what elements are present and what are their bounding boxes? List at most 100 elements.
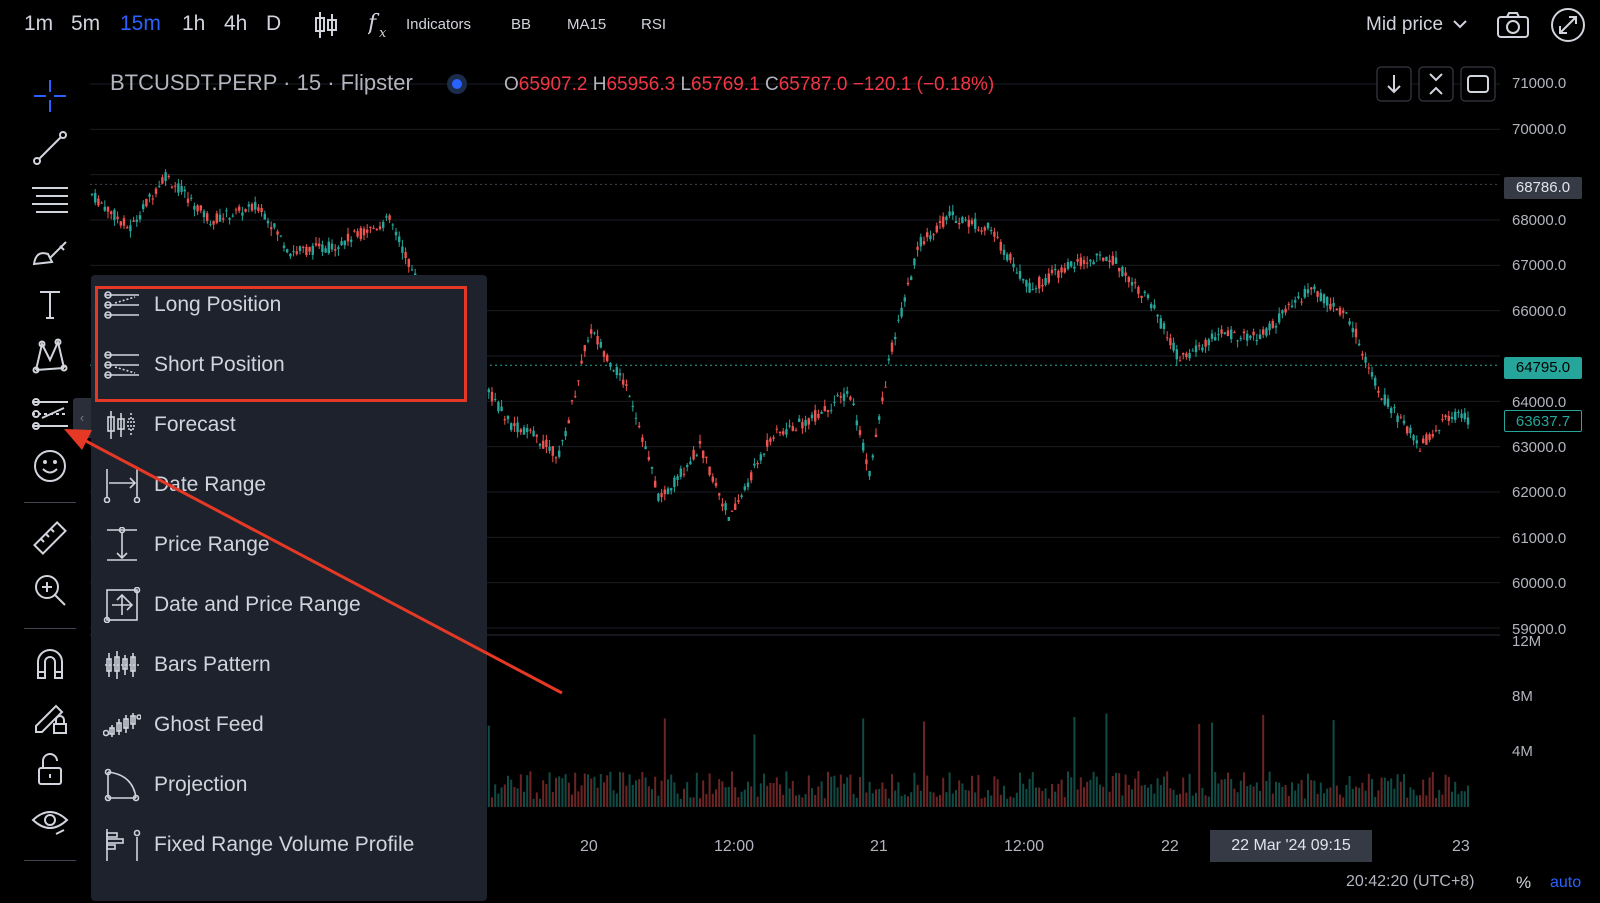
candle-body xyxy=(913,258,916,266)
study-rsi[interactable]: RSI xyxy=(641,16,666,33)
volume-bar xyxy=(843,783,845,807)
menu-item-ghost-feed[interactable]: Ghost Feed xyxy=(91,695,487,755)
volume-bar xyxy=(1287,795,1290,807)
volume-bar xyxy=(1163,776,1165,807)
price-source-dropdown[interactable]: Mid price xyxy=(1366,14,1443,36)
zoom-in-icon[interactable] xyxy=(30,570,70,610)
candle-body xyxy=(526,428,529,433)
candle-body xyxy=(1460,413,1463,419)
candle-body xyxy=(692,449,695,460)
live-dot-icon xyxy=(446,73,468,100)
candle-body xyxy=(241,212,244,216)
volume-bar xyxy=(487,725,490,807)
text-tool-icon[interactable] xyxy=(30,284,70,324)
emoji-icon[interactable] xyxy=(30,446,70,486)
candle-body xyxy=(1210,333,1214,339)
menu-item-price-range[interactable]: Price Range xyxy=(91,515,487,575)
projection-icon xyxy=(103,767,141,803)
candle-body xyxy=(932,234,935,236)
price-scale[interactable]: 71000.0 70000.0 68000.0 67000.0 66000.0 … xyxy=(1500,55,1600,831)
timeframe-1h[interactable]: 1h xyxy=(182,12,205,36)
maximize-pane-icon[interactable] xyxy=(1460,66,1496,107)
candle-body xyxy=(698,440,702,444)
menu-item-long-position[interactable]: Long Position xyxy=(91,275,487,335)
candle-type-icon[interactable] xyxy=(314,10,338,45)
chevron-down-icon[interactable] xyxy=(1452,17,1468,35)
volume-bar xyxy=(887,798,890,807)
indicators-fx-icon[interactable]: fx xyxy=(366,8,394,45)
volume-bar xyxy=(676,793,679,807)
percent-scale-toggle[interactable]: % xyxy=(1516,873,1531,893)
fullscreen-icon[interactable] xyxy=(1550,7,1586,48)
volume-bar xyxy=(750,786,753,807)
candle-body xyxy=(167,175,170,177)
timeframe-d[interactable]: D xyxy=(266,12,281,36)
candle-body xyxy=(148,194,151,197)
pattern-tool-icon[interactable] xyxy=(30,336,70,376)
candle-body xyxy=(753,463,756,466)
volume-bar xyxy=(1198,723,1201,807)
candle-body xyxy=(346,233,350,242)
brush-icon[interactable] xyxy=(30,232,70,272)
lock-drawing-icon[interactable] xyxy=(30,696,70,736)
volume-bar xyxy=(1054,791,1057,807)
volume-bar xyxy=(542,780,545,807)
volume-bar xyxy=(971,775,973,807)
volume-bar xyxy=(708,773,711,807)
crosshair-icon[interactable] xyxy=(30,76,70,116)
timeframe-5m[interactable]: 5m xyxy=(71,12,100,36)
collapse-icon[interactable] xyxy=(1418,66,1454,107)
menu-item-label: Ghost Feed xyxy=(154,713,264,736)
volume-bar xyxy=(1095,776,1098,807)
volume-bar xyxy=(702,780,705,807)
menu-item-date-and-price-range[interactable]: Date and Price Range xyxy=(91,575,487,635)
volume-bar xyxy=(1153,793,1156,807)
candle-body xyxy=(1060,267,1063,273)
volume-bar xyxy=(1022,783,1025,807)
candle-body xyxy=(718,493,721,496)
volume-bar xyxy=(1271,793,1274,807)
volume-bar xyxy=(1451,791,1453,807)
auto-scale-toggle[interactable]: auto xyxy=(1550,874,1581,892)
menu-item-forecast[interactable]: Forecast xyxy=(91,395,487,455)
eye-visibility-icon[interactable] xyxy=(30,802,70,842)
timeframe-15m[interactable]: 15m xyxy=(120,12,161,36)
volume-bar xyxy=(884,788,887,807)
candle-body xyxy=(1022,278,1025,281)
menu-item-bars-pattern[interactable]: Bars Pattern xyxy=(91,635,487,695)
collapse-tab[interactable]: ‹ xyxy=(73,398,91,438)
volume-bar xyxy=(1182,777,1185,807)
prediction-measure-icon[interactable] xyxy=(30,394,70,434)
candle-body xyxy=(894,336,897,340)
trend-line-icon[interactable] xyxy=(30,128,70,168)
study-ma15[interactable]: MA15 xyxy=(567,16,606,33)
volume-bar xyxy=(900,795,903,807)
candle-body xyxy=(142,204,145,210)
candle-body xyxy=(535,435,538,437)
candle-body xyxy=(366,229,369,233)
candle-body xyxy=(746,482,750,488)
menu-item-date-range[interactable]: Date Range xyxy=(91,455,487,515)
high-value: 65956.3 xyxy=(606,74,676,95)
timeframe-4h[interactable]: 4h xyxy=(224,12,247,36)
candle-body xyxy=(404,251,407,258)
volume-bar xyxy=(558,776,561,807)
camera-icon[interactable] xyxy=(1496,10,1530,45)
volume-bar xyxy=(1041,790,1044,807)
menu-item-short-position[interactable]: Short Position xyxy=(91,335,487,395)
menu-item-projection[interactable]: Projection xyxy=(91,755,487,815)
ruler-icon[interactable] xyxy=(30,518,70,558)
timeframe-1m[interactable]: 1m xyxy=(24,12,53,36)
scroll-down-icon[interactable] xyxy=(1376,66,1412,107)
study-bb[interactable]: BB xyxy=(511,16,531,33)
candle-body xyxy=(951,211,954,216)
crosshair-time-label: 22 Mar '24 09:15 xyxy=(1210,830,1372,862)
candle-body xyxy=(586,340,590,342)
candle-body xyxy=(1118,267,1121,272)
menu-item-fixed-range-volume-profile[interactable]: Fixed Range Volume Profile xyxy=(91,815,487,875)
indicators-button[interactable]: Indicators xyxy=(406,16,471,33)
unlock-icon[interactable] xyxy=(30,750,70,790)
fib-lines-icon[interactable] xyxy=(30,180,70,220)
magnet-icon[interactable] xyxy=(30,644,70,684)
candle-body xyxy=(151,198,154,200)
